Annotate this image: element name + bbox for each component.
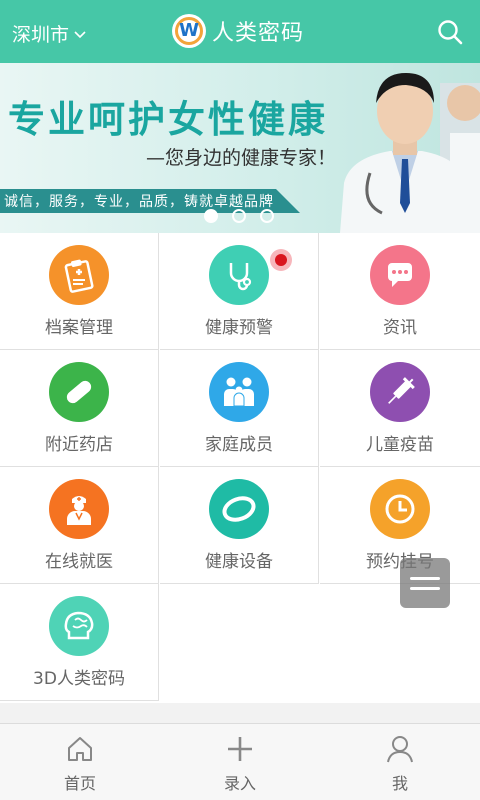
- stethoscope-icon: [209, 245, 269, 305]
- family-icon: [209, 362, 269, 422]
- syringe-icon: [370, 362, 430, 422]
- nav-item-entry[interactable]: 录入: [160, 724, 320, 800]
- chat-bubble-icon: [370, 245, 430, 305]
- slide-dot[interactable]: [204, 209, 218, 223]
- bottom-nav: 首页 录入 我: [0, 723, 480, 800]
- app-logo: W: [172, 14, 206, 48]
- grid-item-label: 儿童疫苗: [366, 435, 434, 455]
- grid-item-online-consult[interactable]: 在线就医: [0, 467, 159, 584]
- floating-menu-button[interactable]: [400, 558, 450, 608]
- banner-slogan: 诚信，服务，专业，品质，铸就卓越品牌: [4, 194, 274, 210]
- banner-subtitle: —您身边的健康专家！: [146, 147, 337, 169]
- nav-item-home[interactable]: 首页: [0, 724, 160, 800]
- feature-grid: 档案管理 健康预警 资讯 附近药店 家庭成员 儿童疫苗 在线就医 健康设备 3D…: [0, 233, 480, 703]
- nav-label: 我: [391, 774, 408, 793]
- grid-item-label: 健康设备: [205, 552, 273, 572]
- doctor-icon: [49, 479, 109, 539]
- wristband-icon: [209, 479, 269, 539]
- grid-item-3d-code[interactable]: 3D人类密码: [0, 584, 159, 701]
- top-bar: 深圳市 W 人类密码: [0, 0, 480, 63]
- plus-icon: [228, 737, 252, 761]
- grid-item-records[interactable]: 档案管理: [0, 233, 159, 350]
- city-selector[interactable]: 深圳市: [12, 20, 87, 47]
- clock-icon: [370, 479, 430, 539]
- grid-item-family[interactable]: 家庭成员: [160, 350, 319, 467]
- nav-label: 首页: [63, 774, 96, 793]
- grid-item-label: 3D人类密码: [33, 669, 125, 689]
- banner-headline: 专业呵护女性健康: [8, 97, 328, 141]
- user-icon: [387, 736, 413, 763]
- grid-item-device[interactable]: 健康设备: [160, 467, 319, 584]
- home-icon: [68, 737, 92, 761]
- city-label: 深圳市: [12, 24, 70, 46]
- grid-item-label: 资讯: [383, 318, 417, 338]
- slide-dot[interactable]: [232, 209, 246, 223]
- grid-item-label: 在线就医: [45, 552, 113, 572]
- grid-item-pharmacy[interactable]: 附近药店: [0, 350, 159, 467]
- slide-dot[interactable]: [260, 209, 274, 223]
- grid-item-label: 家庭成员: [205, 435, 273, 455]
- nav-label: 录入: [223, 774, 256, 793]
- nav-item-me[interactable]: 我: [320, 724, 480, 800]
- grid-item-news[interactable]: 资讯: [320, 233, 480, 350]
- brain-icon: [49, 596, 109, 656]
- grid-item-label: 附近药店: [45, 435, 113, 455]
- clipboard-icon: [49, 245, 109, 305]
- doctor-image: [340, 73, 480, 233]
- chevron-down-icon: [74, 30, 86, 38]
- pill-icon: [49, 362, 109, 422]
- grid-item-label: 健康预警: [205, 318, 273, 338]
- grid-item-health-alert[interactable]: 健康预警: [160, 233, 319, 350]
- app-title: 人类密码: [212, 21, 305, 46]
- grid-item-label: 档案管理: [45, 318, 113, 338]
- slide-indicator: [204, 209, 274, 223]
- grid-item-vaccine[interactable]: 儿童疫苗: [320, 350, 480, 467]
- app-brand: W 人类密码: [172, 14, 304, 48]
- promo-banner[interactable]: 专业呵护女性健康 —您身边的健康专家！ 诚信，服务，专业，品质，铸就卓越品牌: [0, 63, 480, 233]
- search-icon[interactable]: [436, 18, 464, 46]
- notification-badge: [270, 249, 292, 271]
